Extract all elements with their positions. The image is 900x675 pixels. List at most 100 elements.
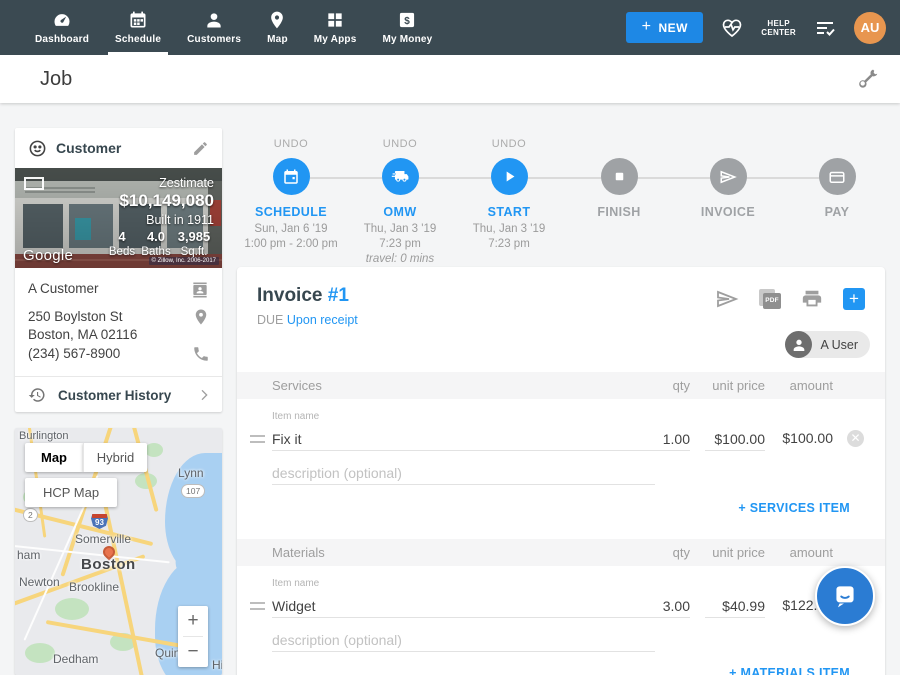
start-step-button[interactable] <box>491 158 528 195</box>
step-dates: Thu, Jan 3 '19 7:23 pm <box>449 222 569 252</box>
print-icon[interactable] <box>801 288 823 310</box>
customer-history-link[interactable]: Customer History <box>28 386 212 404</box>
service-unit-price-input[interactable] <box>705 427 765 451</box>
map-label-lynn: Lynn <box>178 466 204 480</box>
page-header: Job <box>0 55 900 103</box>
apps-grid-icon <box>325 10 345 30</box>
material-qty-input[interactable] <box>630 594 690 618</box>
nav-item-my-money[interactable]: $ My Money <box>369 0 445 55</box>
step-label: SCHEDULE <box>231 205 351 219</box>
phone-icon[interactable] <box>192 345 210 363</box>
material-unit-price-input[interactable] <box>705 594 765 618</box>
delete-service-item-icon[interactable]: ✕ <box>847 430 864 447</box>
location-pin-icon[interactable] <box>192 308 210 326</box>
nav-label: Schedule <box>115 34 161 45</box>
material-description-input[interactable] <box>272 628 655 652</box>
plus-icon: + <box>642 18 652 36</box>
drag-handle-icon[interactable] <box>250 435 265 443</box>
step-pay: PAY <box>777 138 897 219</box>
property-photo[interactable]: Zestimate $10,149,080 Built in 1911 4 Be… <box>15 168 222 268</box>
due-value-link[interactable]: Upon receipt <box>287 313 358 327</box>
undo-start-link[interactable]: UNDO <box>449 138 569 151</box>
user-avatar[interactable]: AU <box>854 12 886 44</box>
location-map[interactable]: Burlington Lynn 107 2 93 Somerville ham … <box>15 428 222 675</box>
undo-omw-link[interactable]: UNDO <box>340 138 460 151</box>
customer-phone-row: (234) 567-8900 <box>28 345 210 363</box>
chat-messenger-button[interactable] <box>815 566 875 626</box>
edit-pencil-icon[interactable] <box>192 140 209 157</box>
step-omw: UNDO OMW Thu, Jan 3 '19 7:23 pm travel: … <box>340 138 460 267</box>
page-title: Job <box>40 68 72 91</box>
due-label: DUE <box>257 313 283 327</box>
new-button-label: NEW <box>658 21 688 35</box>
finish-step-button[interactable] <box>601 158 638 195</box>
job-progress-timeline: UNDO SCHEDULE Sun, Jan 6 '19 1:00 pm - 2… <box>237 138 885 266</box>
nav-item-customers[interactable]: Customers <box>174 0 254 55</box>
pdf-icon[interactable]: PDF <box>759 289 781 309</box>
omw-step-button[interactable] <box>382 158 419 195</box>
credit-card-icon <box>828 168 846 186</box>
add-invoice-button[interactable]: + <box>843 288 865 310</box>
nav-right-group: + NEW HELP CENTER AU <box>626 0 886 55</box>
checklist-icon[interactable] <box>813 16 837 40</box>
step-invoice: INVOICE <box>668 138 788 219</box>
stop-icon <box>612 169 627 184</box>
job-settings-wrench-icon[interactable] <box>856 67 878 89</box>
zoom-in-button[interactable]: + <box>178 606 208 636</box>
map-type-map-button[interactable]: Map <box>25 443 83 472</box>
invoice-step-button[interactable] <box>710 158 747 195</box>
map-label-burlington: Burlington <box>19 430 69 442</box>
invoice-card: Invoice #1 DUE Upon receipt PDF + A User… <box>237 267 885 675</box>
assignee-chip[interactable]: A User <box>785 331 870 358</box>
nav-label: My Apps <box>314 34 357 45</box>
nav-item-schedule[interactable]: Schedule <box>102 0 174 55</box>
built-year: Built in 1911 <box>146 213 214 227</box>
step-label: START <box>449 205 569 219</box>
money-dollar-icon: $ <box>397 10 417 30</box>
map-park <box>25 643 55 663</box>
health-heart-pulse-icon[interactable] <box>720 16 744 40</box>
nav-item-my-apps[interactable]: My Apps <box>301 0 370 55</box>
undo-schedule-link[interactable]: UNDO <box>231 138 351 151</box>
nav-item-map[interactable]: Map <box>254 0 301 55</box>
top-nav-bar: Dashboard Schedule Customers Map My A <box>0 0 900 55</box>
zoom-out-button[interactable]: − <box>178 637 208 667</box>
schedule-step-button[interactable] <box>273 158 310 195</box>
customer-address: 250 Boylston St Boston, MA 02116 <box>28 308 192 344</box>
drag-handle-icon[interactable] <box>250 602 265 610</box>
customer-card-title: Customer <box>56 140 183 156</box>
service-qty-input[interactable] <box>630 427 690 451</box>
pay-step-button[interactable] <box>819 158 856 195</box>
map-zoom-control: + − <box>178 606 208 667</box>
new-button[interactable]: + NEW <box>626 12 703 43</box>
undo-spacer <box>559 138 679 151</box>
material-item-name-input[interactable] <box>272 594 655 618</box>
hcp-map-button[interactable]: HCP Map <box>25 478 117 507</box>
invoice-actions: PDF + <box>715 287 865 311</box>
nav-item-dashboard[interactable]: Dashboard <box>22 0 102 55</box>
contact-card-icon[interactable] <box>190 280 210 300</box>
zillow-copyright: © Zillow, Inc. 2006-2017 <box>149 257 219 265</box>
nav-label: Map <box>267 34 288 45</box>
nav-items: Dashboard Schedule Customers Map My A <box>22 0 445 55</box>
item-name-label: Item name <box>272 411 319 422</box>
invoice-number[interactable]: #1 <box>328 285 349 306</box>
help-center-link[interactable]: HELP CENTER <box>761 19 796 37</box>
invoice-title: Invoice #1 <box>257 285 349 307</box>
map-type-hybrid-button[interactable]: Hybrid <box>83 443 147 472</box>
send-invoice-icon[interactable] <box>715 287 739 311</box>
item-name-label: Item name <box>272 578 319 589</box>
nav-label: My Money <box>382 34 432 45</box>
add-services-item-link[interactable]: + SERVICES ITEM <box>738 501 850 515</box>
calendar-icon <box>282 168 300 186</box>
service-item-name-input[interactable] <box>272 427 655 451</box>
undo-spacer <box>668 138 788 151</box>
streetview-flag-icon <box>24 177 44 190</box>
nav-label: Customers <box>187 34 241 45</box>
truck-icon <box>391 167 410 186</box>
add-materials-item-link[interactable]: + MATERIALS ITEM <box>729 666 850 675</box>
service-description-input[interactable] <box>272 461 655 485</box>
step-label: INVOICE <box>668 205 788 219</box>
play-icon <box>501 168 518 185</box>
dashboard-speedometer-icon <box>52 10 72 30</box>
